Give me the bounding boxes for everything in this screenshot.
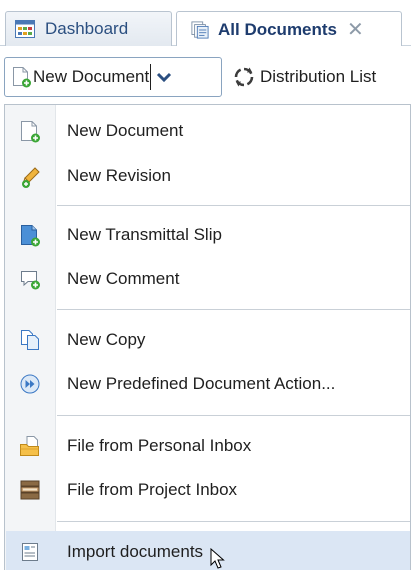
menu-item-label: New Transmittal Slip [67,225,222,244]
tab-all-documents[interactable]: All Documents ✕ [176,11,402,47]
new-document-dropdown-toggle[interactable] [151,58,177,96]
new-document-icon [21,121,40,143]
menu-item-new-copy[interactable]: New Copy [6,319,410,361]
import-icon [22,543,38,561]
copy-icon [21,330,39,350]
chevron-down-icon [157,72,172,83]
menu-item-label: New Predefined Document Action... [67,374,336,393]
tab-dashboard[interactable]: Dashboard [5,11,172,46]
menu-item-label: Import documents [67,542,204,561]
distribution-cycle-icon [234,67,254,87]
tab-strip: Dashboard All Documents ✕ [0,0,411,47]
comment-icon [21,271,40,290]
menu-item-new-comment[interactable]: New Comment [6,258,410,300]
menu-item-label: New Revision [67,166,171,185]
pencil-icon [22,167,40,188]
inbox-tray-icon [20,480,40,500]
distribution-list-label: Distribution List [260,67,377,86]
menu-item-import-documents[interactable]: Import documents [6,531,410,570]
menu-separator [57,521,410,522]
menu-item-file-from-personal-inbox[interactable]: File from Personal Inbox [6,425,410,467]
menu-item-label: New Comment [67,269,180,288]
menu-item-new-transmittal-slip[interactable]: New Transmittal Slip [6,214,410,256]
menu-item-new-predefined-document-action[interactable]: New Predefined Document Action... [6,363,410,405]
new-document-button[interactable]: New Document [5,58,149,96]
tab-all-documents-label: All Documents [218,19,338,39]
dashboard-icon [15,20,35,38]
new-document-menu: New Document New Revision New Transmitta… [4,104,411,570]
close-icon[interactable]: ✕ [347,20,364,40]
menu-item-new-document[interactable]: New Document [6,110,410,152]
new-document-icon [13,67,31,88]
new-document-button-label: New Document [33,67,150,86]
documents-icon [191,20,209,39]
menu-item-label: File from Personal Inbox [67,436,252,455]
menu-item-file-from-project-inbox[interactable]: File from Project Inbox [6,469,410,511]
menu-separator [57,205,410,206]
fast-forward-icon [20,374,40,394]
menu-item-new-revision[interactable]: New Revision [6,155,410,197]
folder-icon [20,436,39,456]
toolbar: New Document Distribution List [0,46,411,108]
menu-item-label: New Document [67,121,184,140]
new-document-split-button: New Document [4,57,222,97]
tab-dashboard-label: Dashboard [45,19,129,38]
distribution-list-button[interactable]: Distribution List [232,57,376,97]
menu-separator [57,309,410,310]
mouse-cursor-icon [210,548,225,569]
menu-item-label: New Copy [67,330,146,349]
menu-separator [57,415,410,416]
transmittal-icon [21,225,40,247]
menu-item-label: File from Project Inbox [67,480,238,499]
